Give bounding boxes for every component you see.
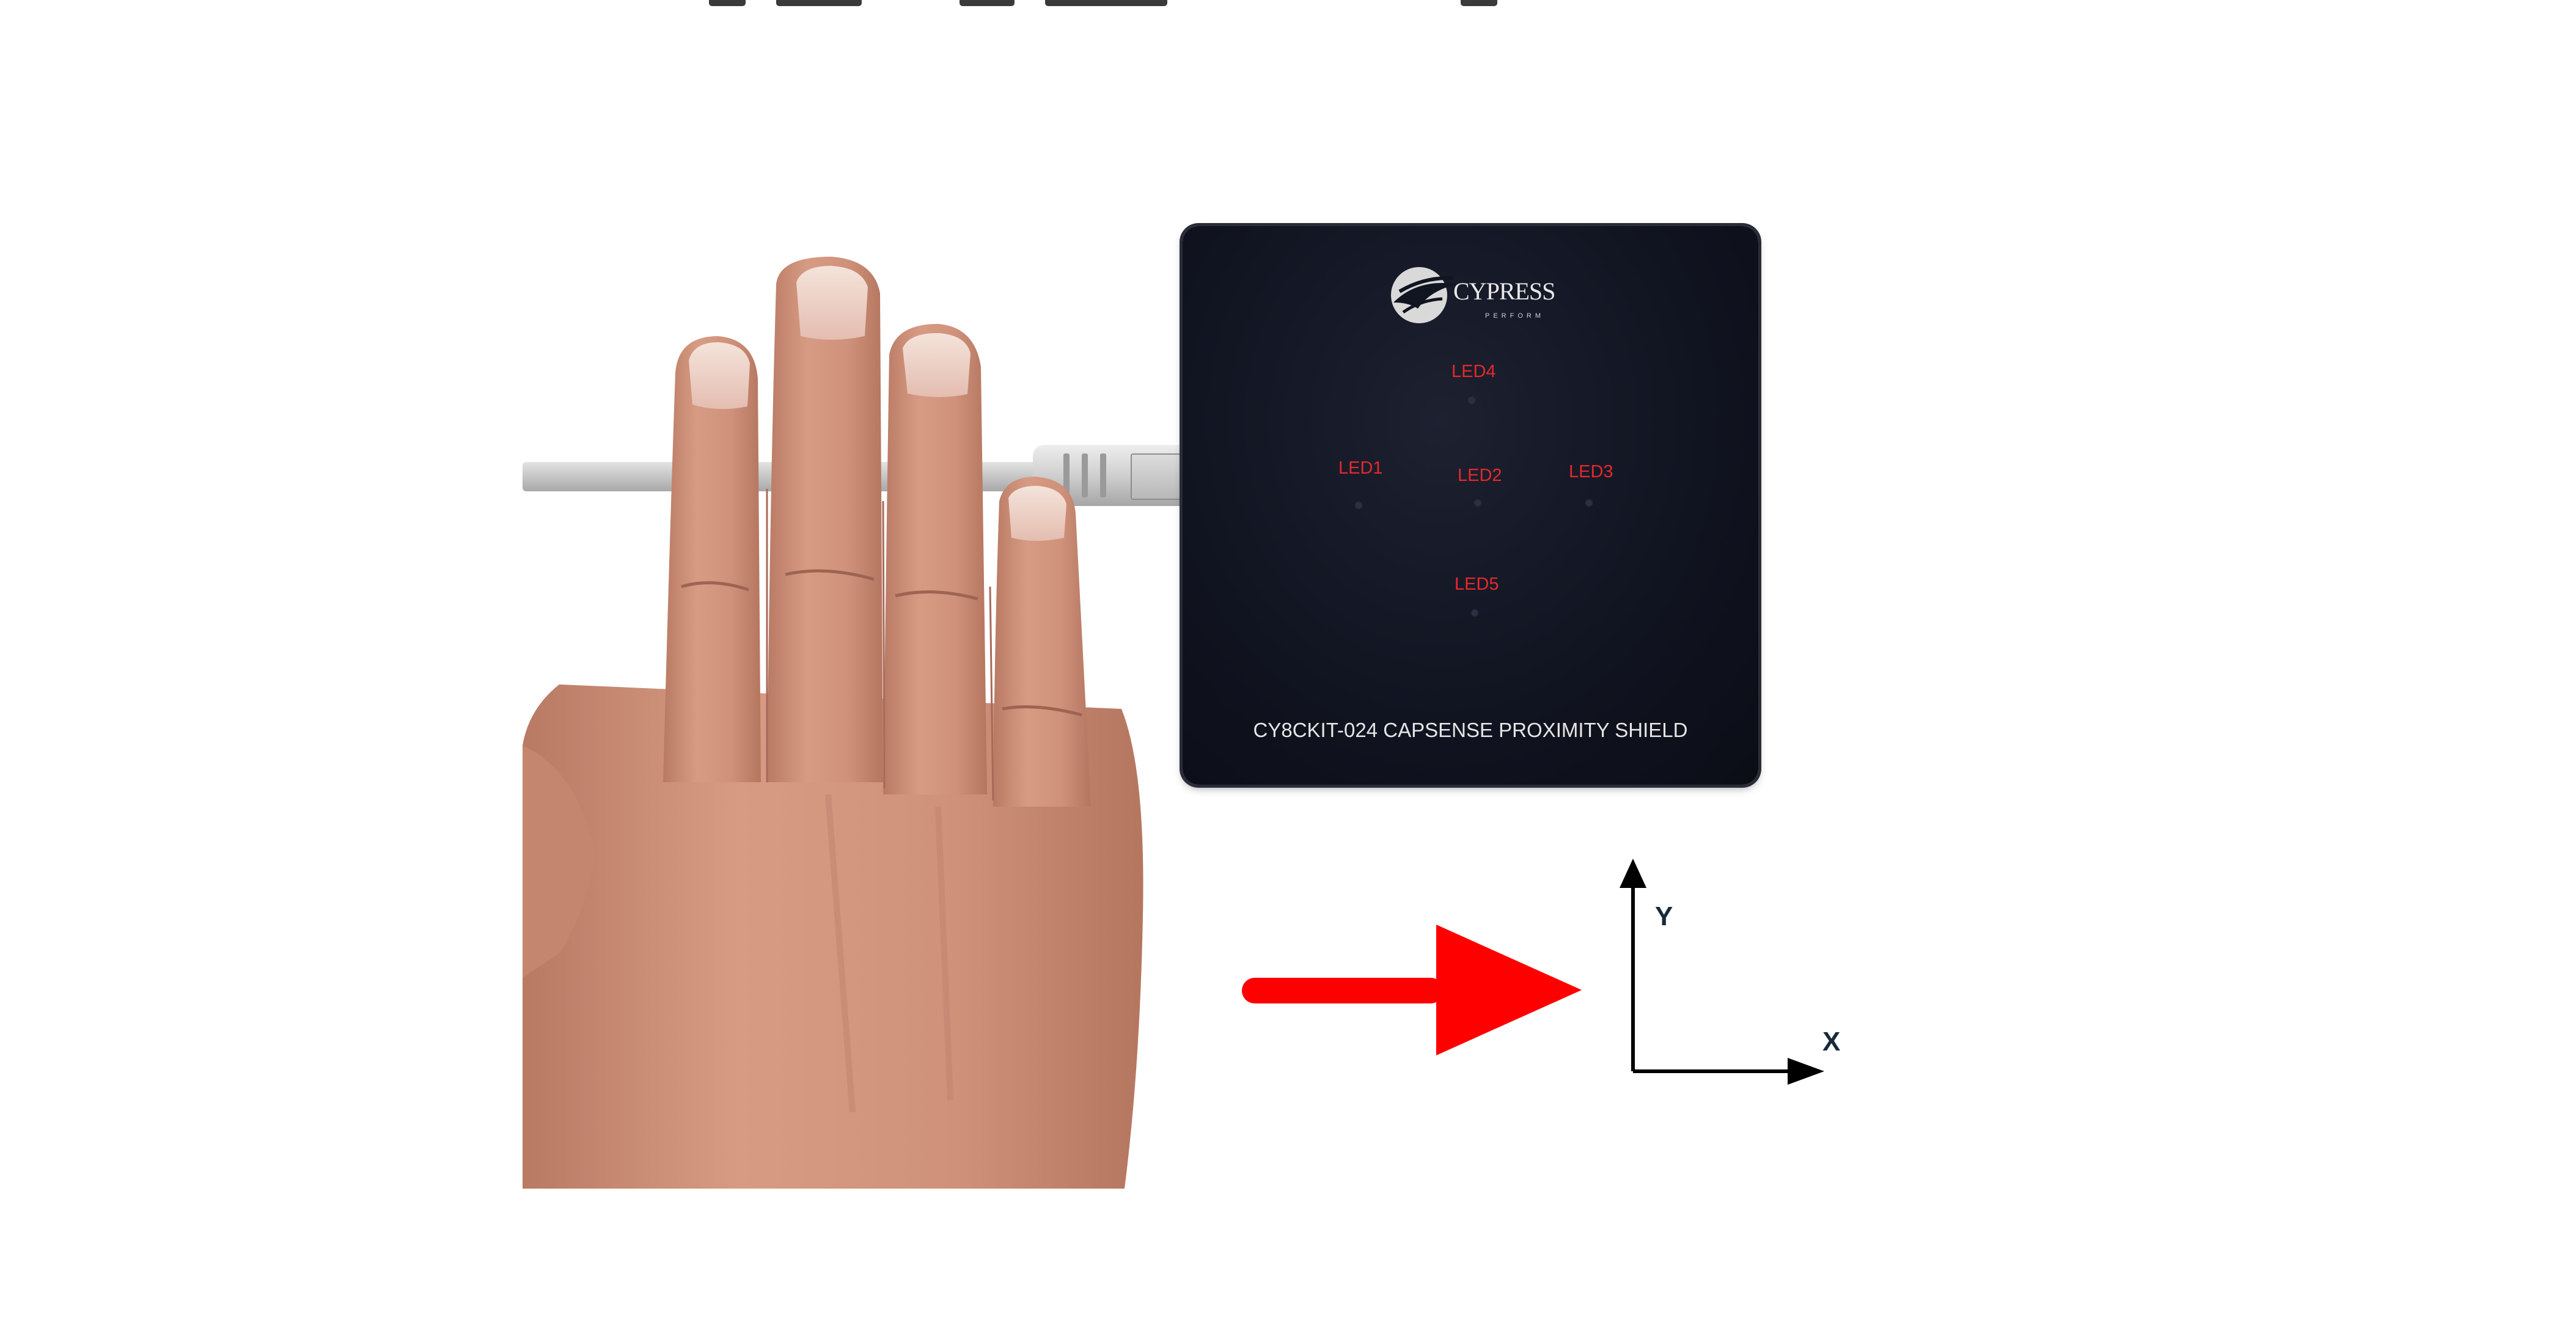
x-axis-label: X bbox=[1822, 1027, 1841, 1057]
led2-label: LED2 bbox=[1458, 466, 1502, 485]
right-arrow-icon bbox=[1242, 925, 1582, 1055]
cypress-logo: CYPRESS PERFORM bbox=[1381, 260, 1565, 333]
y-axis-label: Y bbox=[1655, 901, 1673, 931]
led1-indicator bbox=[1356, 502, 1362, 508]
led4-label: LED4 bbox=[1451, 362, 1496, 381]
logo-text: CYPRESS bbox=[1453, 277, 1555, 305]
led4-indicator bbox=[1469, 397, 1475, 403]
led2-indicator bbox=[1475, 500, 1481, 506]
logo-subtext: PERFORM bbox=[1485, 312, 1544, 320]
axes-icon bbox=[1620, 859, 1824, 1085]
led5-label: LED5 bbox=[1455, 574, 1499, 594]
board-title: CY8CKIT-024 CAPSENSE PROXIMITY SHIELD bbox=[1253, 719, 1688, 741]
led1-label: LED1 bbox=[1338, 458, 1383, 478]
xy-axes-diagram: Y X bbox=[1583, 859, 1846, 1094]
led3-label: LED3 bbox=[1569, 462, 1613, 482]
led5-indicator bbox=[1472, 610, 1478, 616]
cypress-logo-icon bbox=[1391, 267, 1458, 323]
led3-indicator bbox=[1586, 500, 1592, 506]
proximity-shield-board: CYPRESS PERFORM LED4 LED1 LED2 LED3 LED5… bbox=[1183, 226, 1758, 785]
cropped-caption-fragment bbox=[703, 0, 1571, 13]
hand-image bbox=[523, 257, 1143, 1189]
